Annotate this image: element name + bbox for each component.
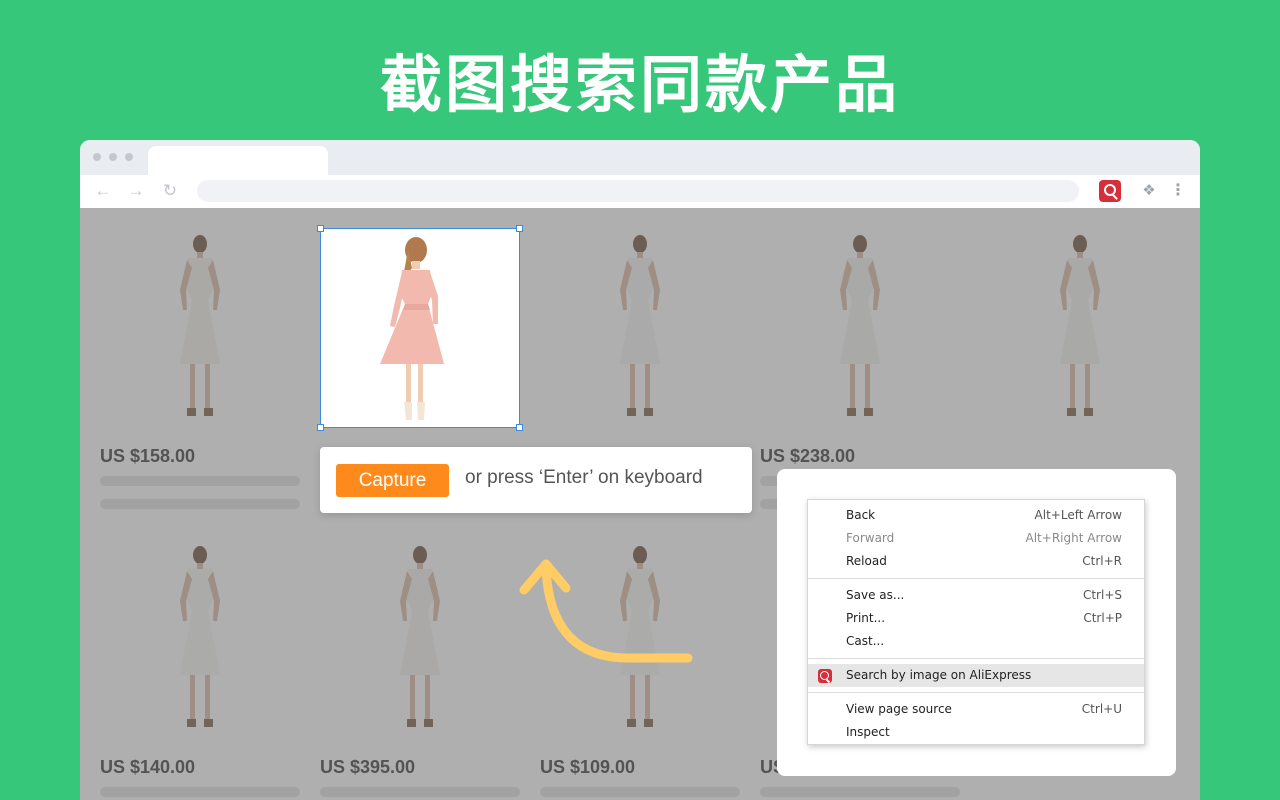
kebab-menu-icon[interactable]: ⋮ [1169,182,1187,200]
menu-item[interactable]: Reload Ctrl+R [808,550,1144,573]
menu-item[interactable]: Save as... Ctrl+S [808,584,1144,607]
menu-item[interactable]: Back Alt+Left Arrow [808,504,1144,527]
capture-button[interactable]: Capture [336,464,449,497]
puzzle-icon[interactable]: ❖ [1140,182,1158,200]
selection-rectangle[interactable] [320,228,520,428]
menu-item-label: Inspect [846,725,890,739]
menu-item-label: Forward [846,531,895,545]
browser-window: ← → ↻ ❖ ⋮ US $158.00US $398.00US $238.00… [80,140,1200,800]
menu-item-label: Search by image on AliExpress [846,668,1032,682]
menu-item[interactable]: View page source Ctrl+U [808,698,1144,721]
address-bar[interactable] [197,180,1079,202]
tab-strip [80,140,1200,175]
menu-item[interactable]: Search by image on AliExpress [808,664,1144,687]
menu-item-label: Back [846,508,876,522]
browser-tab[interactable] [148,146,328,175]
selection-handle-bottom-right[interactable] [516,424,523,431]
aliexpress-search-icon[interactable] [1099,180,1121,202]
menu-item-label: View page source [846,702,952,716]
selection-handle-top-left[interactable] [317,225,324,232]
menu-item[interactable]: Forward Alt+Right Arrow [808,527,1144,550]
capture-hint: or press ‘Enter’ on keyboard [465,467,703,488]
menu-item-label: Print... [846,611,886,625]
menu-item-shortcut: Ctrl+U [1081,702,1122,716]
menu-item-label: Cast... [846,634,885,648]
menu-item-shortcut: Ctrl+S [1082,588,1122,602]
window-dot-minimize[interactable] [109,153,117,161]
menu-separator [808,658,1144,659]
window-dot-maximize[interactable] [125,153,133,161]
curved-arrow-icon [519,559,693,663]
selection-handle-bottom-left[interactable] [317,424,324,431]
aliexpress-search-icon [818,669,832,684]
menu-item-shortcut: Alt+Left Arrow [1034,508,1122,522]
menu-item-shortcut: Ctrl+R [1082,554,1122,568]
reload-icon[interactable]: ↻ [160,181,180,201]
capture-toolbar: Capture or press ‘Enter’ on keyboard [320,447,752,513]
menu-item[interactable]: Print... Ctrl+P [808,607,1144,630]
browser-toolbar: ← → ↻ ❖ ⋮ [80,175,1200,208]
menu-item-shortcut: Alt+Right Arrow [1025,531,1122,545]
page-content: US $158.00US $398.00US $238.00US $140.00… [80,208,1200,800]
forward-arrow-icon[interactable]: → [126,181,146,201]
context-menu-panel: Back Alt+Left Arrow Forward Alt+Right Arrow… [777,469,1176,776]
selection-handle-top-right[interactable] [516,225,523,232]
menu-separator [808,692,1144,693]
window-dot-close[interactable] [93,153,101,161]
hero-title: 截图搜索同款产品 [379,48,900,121]
context-menu: Back Alt+Left Arrow Forward Alt+Right Arrow… [807,499,1145,745]
menu-item[interactable]: Inspect [808,721,1144,744]
menu-item-label: Save as... [846,588,905,602]
menu-item-label: Reload [846,554,887,568]
menu-separator [808,578,1144,579]
back-arrow-icon[interactable]: ← [93,181,113,201]
menu-item-shortcut: Ctrl+P [1083,611,1122,625]
menu-item[interactable]: Cast... [808,630,1144,653]
window-controls [93,153,133,161]
